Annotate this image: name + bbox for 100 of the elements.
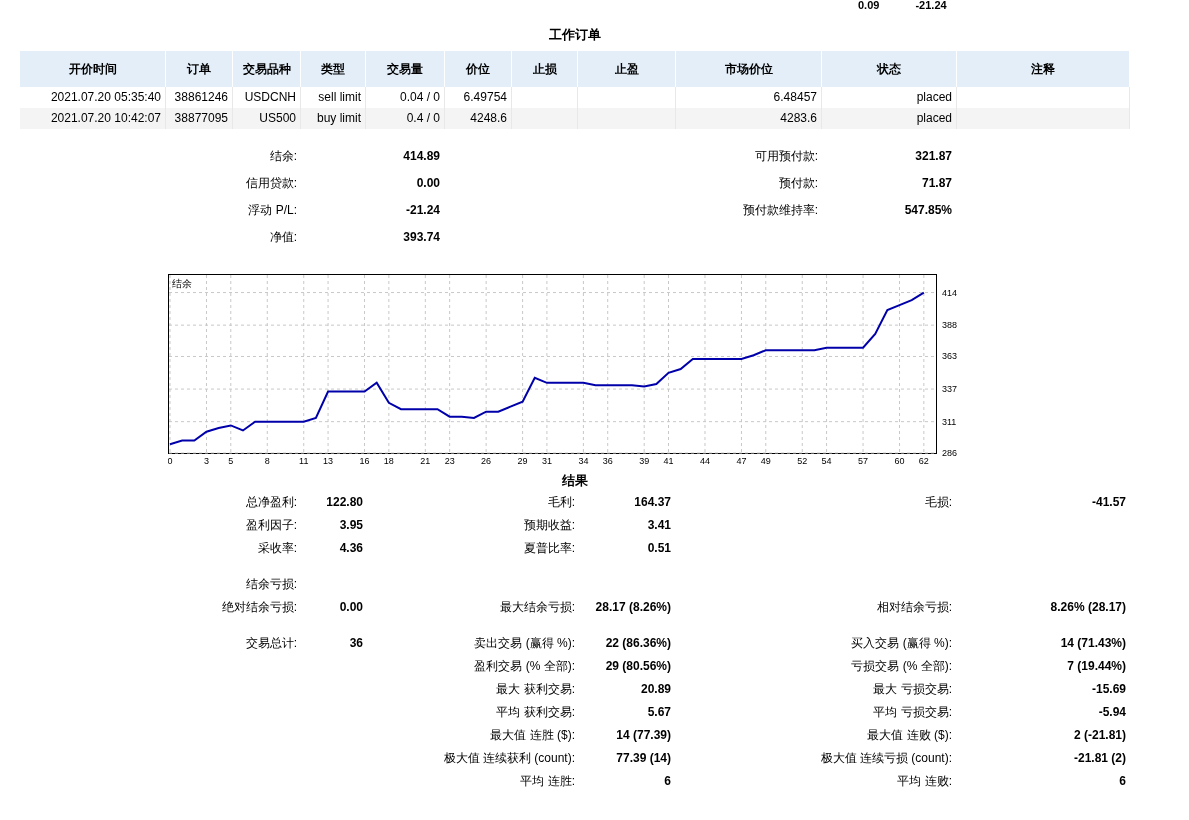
x-tick-label: 36 [602, 455, 613, 466]
x-tick-label: 57 [858, 455, 869, 466]
table-cell: 2021.07.20 10:42:07 [20, 107, 166, 129]
stat-label: 交易总计: [244, 634, 297, 652]
x-tick-label: 62 [918, 455, 929, 466]
stat-value: 22 (86.36%) [604, 634, 671, 652]
field-value: 71.87 [920, 175, 952, 192]
stat-value: 3.41 [646, 516, 671, 534]
field-label: 浮动 P/L: [247, 202, 297, 219]
x-tick-label: 13 [323, 455, 334, 466]
x-tick-label: 60 [894, 455, 905, 466]
stat-label: 最大 获利交易: [495, 680, 575, 698]
stat-value: 77.39 (14) [615, 749, 671, 767]
table-cell: 6.48457 [676, 86, 822, 108]
table-cell: 6.49754 [445, 86, 512, 108]
column-header: 价位 [445, 50, 512, 87]
stat-label: 亏损交易 (% 全部): [850, 657, 952, 675]
x-tick-label: 18 [383, 455, 394, 466]
table-cell: 4283.6 [676, 107, 822, 129]
x-tick-label: 34 [578, 455, 589, 466]
stat-label: 极大值 连续获利 (count): [442, 749, 575, 767]
stat-label: 最大 亏损交易: [872, 680, 952, 698]
chart-title: 结余 [172, 277, 192, 289]
stat-value: 29 (80.56%) [604, 657, 671, 675]
field-label: 净值: [268, 229, 297, 246]
table-cell: USDCNH [233, 86, 301, 108]
x-tick-label: 49 [760, 455, 771, 466]
field-value: -21.24 [404, 202, 440, 219]
stat-value: 14 (71.43%) [1059, 634, 1126, 652]
x-tick-label: 8 [264, 455, 270, 466]
x-tick-label: 21 [420, 455, 431, 466]
x-tick-label: 41 [663, 455, 674, 466]
field-label: 预付款维持率: [741, 202, 818, 219]
stat-label: 相对结余亏损: [875, 598, 952, 616]
stat-value: -5.94 [1097, 703, 1126, 721]
stat-value: -15.69 [1090, 680, 1126, 698]
stat-value: 28.17 (8.26%) [594, 598, 671, 616]
table-cell: 4248.6 [445, 107, 512, 129]
x-tick-label: 5 [228, 455, 234, 466]
column-header: 止盈 [578, 50, 676, 87]
x-tick-label: 23 [444, 455, 455, 466]
stat-value: -41.57 [1090, 493, 1126, 511]
column-header: 订单 [166, 50, 233, 87]
table-cell: 2021.07.20 05:35:40 [20, 86, 166, 108]
field-label: 预付款: [777, 175, 818, 192]
table-cell: 0.4 / 0 [366, 107, 445, 129]
stat-label: 毛利: [546, 493, 575, 511]
section-title: 结果 [562, 471, 588, 490]
stat-value: 3.95 [338, 516, 363, 534]
stat-value: 14 (77.39) [615, 726, 671, 744]
stat-value: 0.51 [646, 539, 671, 557]
stat-label: 盈利因子: [244, 516, 297, 534]
field-label: 可用预付款: [753, 148, 818, 165]
y-tick-label: 363 [942, 351, 958, 361]
field-label: 信用贷款: [244, 175, 297, 192]
stat-value: 5.67 [646, 703, 671, 721]
stat-label: 夏普比率: [522, 539, 575, 557]
x-tick-label: 29 [517, 455, 528, 466]
stat-label: 结余亏损: [244, 575, 297, 593]
table-cell: US500 [233, 107, 301, 129]
stat-value: 7 (19.44%) [1066, 657, 1126, 675]
stat-label: 平均 连胜: [519, 772, 575, 790]
stat-label: 最大值 连败 ($): [866, 726, 952, 744]
table-cell: sell limit [301, 86, 366, 108]
stat-label: 采收率: [256, 539, 297, 557]
x-tick-label: 39 [639, 455, 650, 466]
stat-label: 卖出交易 (赢得 %): [473, 634, 575, 652]
x-tick-label: 16 [359, 455, 370, 466]
stat-label: 平均 亏损交易: [872, 703, 952, 721]
stat-label: 绝对结余亏损: [220, 598, 297, 616]
y-tick-label: 388 [942, 319, 958, 330]
field-value: 321.87 [914, 148, 952, 165]
stat-value: 6 [1118, 772, 1126, 790]
stat-value: 4.36 [338, 539, 363, 557]
stat-value: 122.80 [325, 493, 363, 511]
x-tick-label: 44 [700, 455, 710, 466]
cut-value: 0.09 [858, 0, 880, 10]
table-cell: buy limit [301, 107, 366, 129]
stat-label: 最大值 连胜 ($): [489, 726, 575, 744]
column-header: 注释 [957, 50, 1130, 87]
field-label: 结余: [268, 148, 297, 165]
column-header: 状态 [822, 50, 957, 87]
stat-label: 平均 获利交易: [495, 703, 575, 721]
stat-label: 买入交易 (赢得 %): [850, 634, 952, 652]
field-value: 414.89 [402, 148, 440, 165]
column-header: 止损 [512, 50, 578, 87]
stat-label: 最大结余亏损: [498, 598, 575, 616]
section-title: 工作订单 [549, 26, 601, 44]
column-header: 类型 [301, 50, 366, 87]
table-cell: placed [822, 107, 957, 129]
x-tick-label: 52 [797, 455, 808, 466]
stat-value: 36 [348, 634, 363, 652]
stat-label: 毛损: [923, 493, 952, 511]
table-cell: 0.04 / 0 [366, 86, 445, 108]
x-tick-label: 54 [821, 455, 832, 466]
table-cell: placed [822, 86, 957, 108]
cut-value: -21.24 [915, 0, 947, 10]
stat-value: 2 (-21.81) [1072, 726, 1126, 744]
y-tick-label: 337 [942, 383, 958, 394]
x-tick-label: 47 [736, 455, 747, 466]
